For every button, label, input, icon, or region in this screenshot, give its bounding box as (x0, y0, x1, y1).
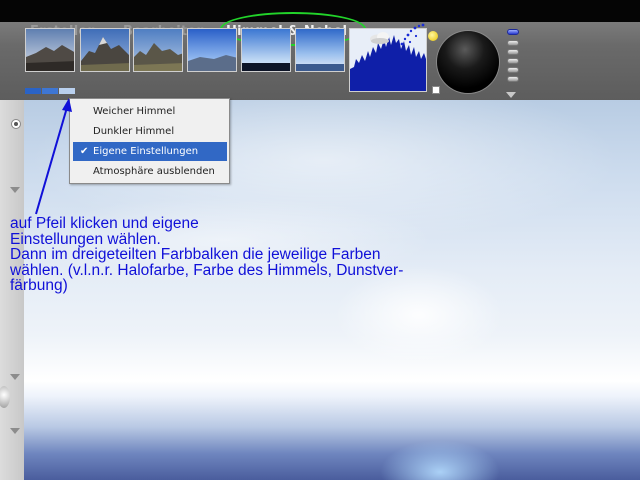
annotation-text: auf Pfeil klicken und eigene Einstellung… (10, 216, 530, 294)
annotation-line: auf Pfeil klicken und eigene (10, 215, 199, 232)
annotation-line: Einstellungen wählen. (10, 230, 161, 248)
annotation-line: färbung) (10, 277, 68, 294)
annotation-line: Dann im dreigeteilten Farbbalken die jew… (10, 246, 381, 263)
annotation-line: wählen. (v.l.n.r. Halofarbe, Farbe des H… (10, 261, 404, 279)
